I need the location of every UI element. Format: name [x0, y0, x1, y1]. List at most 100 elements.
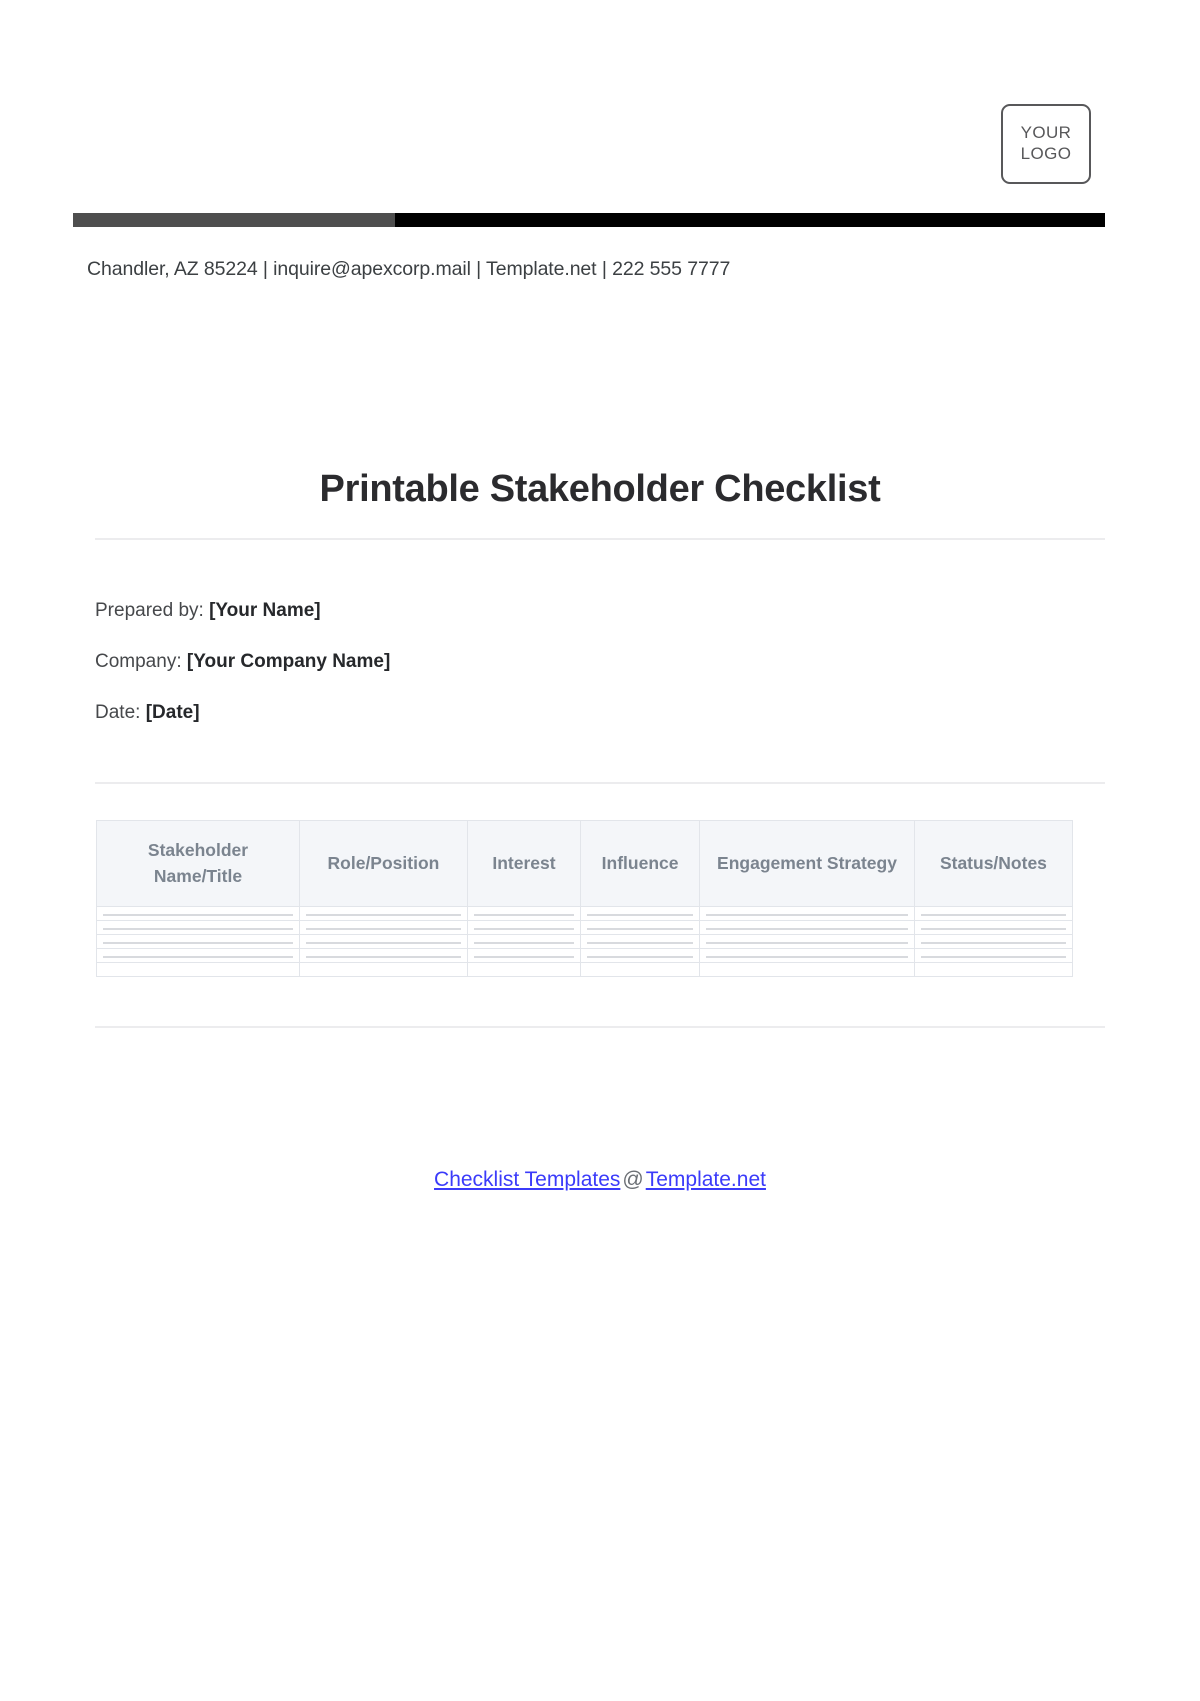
- write-line: [103, 928, 293, 930]
- write-line: [706, 942, 908, 944]
- table-cell-role-position[interactable]: [299, 919, 468, 935]
- write-line: [706, 970, 908, 972]
- table-head: Stakeholder Name/Title Role/Position Int…: [96, 820, 1074, 907]
- table-cell-stakeholder-name[interactable]: [96, 919, 300, 935]
- divider-below-table: [95, 1026, 1105, 1028]
- write-line: [920, 942, 1066, 944]
- logo-line-2: LOGO: [1020, 144, 1072, 163]
- header-rule-gray-segment: [73, 213, 395, 227]
- page-title: Printable Stakeholder Checklist: [319, 468, 881, 511]
- column-header-influence: Influence: [580, 820, 701, 907]
- write-line: [587, 970, 693, 972]
- logo-placeholder[interactable]: YOUR LOGO: [1001, 104, 1091, 184]
- write-line: [473, 914, 575, 916]
- table-cell-status-notes[interactable]: [913, 947, 1074, 963]
- table-header-row: Stakeholder Name/Title Role/Position Int…: [96, 820, 1074, 907]
- write-line: [706, 956, 908, 958]
- table-row[interactable]: [96, 919, 1074, 935]
- table-cell-interest[interactable]: [466, 961, 582, 977]
- write-line: [306, 956, 461, 958]
- write-line: [306, 942, 461, 944]
- divider-below-meta: [95, 782, 1105, 784]
- table-row[interactable]: [96, 905, 1074, 921]
- write-line: [473, 942, 575, 944]
- date-label: Date:: [95, 701, 141, 723]
- write-line: [306, 914, 461, 916]
- table-cell-stakeholder-name[interactable]: [96, 933, 300, 949]
- date-value[interactable]: [Date]: [146, 702, 200, 723]
- table-cell-status-notes[interactable]: [913, 933, 1074, 949]
- prepared-by-value[interactable]: [Your Name]: [209, 600, 321, 621]
- table-cell-interest[interactable]: [466, 933, 582, 949]
- document-page: YOUR LOGO Chandler, AZ 85224 | inquire@a…: [0, 0, 1200, 1701]
- write-line: [587, 942, 694, 944]
- table-cell-stakeholder-name[interactable]: [96, 947, 300, 963]
- table-cell-stakeholder-name[interactable]: [96, 961, 300, 977]
- divider-above-meta: [95, 538, 1105, 540]
- write-line: [587, 914, 694, 916]
- table-cell-engagement-strategy[interactable]: [699, 947, 915, 963]
- write-line: [920, 928, 1066, 930]
- column-header-stakeholder-name: Stakeholder Name/Title: [96, 820, 300, 907]
- meta-row-date: Date: [Date]: [95, 702, 1105, 725]
- column-header-role-position: Role/Position: [299, 820, 468, 907]
- write-line: [921, 970, 1066, 972]
- write-line: [587, 956, 694, 958]
- table-row[interactable]: [96, 933, 1074, 949]
- footer-separator: @: [622, 1168, 644, 1191]
- table-cell-interest[interactable]: [466, 947, 582, 963]
- table-cell-engagement-strategy[interactable]: [699, 933, 915, 949]
- write-line: [103, 956, 293, 958]
- table-cell-influence[interactable]: [580, 905, 701, 921]
- stakeholder-table-wrapper: Stakeholder Name/Title Role/Position Int…: [96, 820, 1074, 977]
- prepared-by-label: Prepared by:: [95, 600, 204, 621]
- column-header-status-notes: Status/Notes: [913, 820, 1074, 907]
- write-line: [587, 928, 694, 930]
- company-value[interactable]: [Your Company Name]: [187, 651, 390, 672]
- table-cell-role-position[interactable]: [299, 947, 468, 963]
- company-label: Company:: [95, 650, 182, 672]
- column-header-engagement-strategy: Engagement Strategy: [699, 820, 915, 907]
- table-cell-role-position[interactable]: [299, 905, 468, 921]
- table-body: [96, 905, 1074, 977]
- table-cell-status-notes[interactable]: [913, 961, 1074, 977]
- column-header-interest: Interest: [466, 820, 582, 907]
- document-meta-block: Prepared by: [Your Name] Company: [Your …: [95, 600, 1105, 724]
- table-row[interactable]: [96, 947, 1074, 963]
- footer-attribution: Checklist Templates@Template.net: [0, 1168, 1200, 1192]
- table-cell-influence[interactable]: [580, 961, 701, 977]
- write-line: [473, 928, 575, 930]
- table-cell-role-position[interactable]: [299, 933, 468, 949]
- write-line: [473, 956, 575, 958]
- header-rule-bar: [73, 213, 1105, 227]
- stakeholder-table: Stakeholder Name/Title Role/Position Int…: [96, 820, 1074, 977]
- table-cell-engagement-strategy[interactable]: [699, 905, 915, 921]
- table-row[interactable]: [96, 961, 1074, 977]
- table-cell-interest[interactable]: [466, 919, 582, 935]
- write-line: [306, 970, 461, 972]
- table-cell-stakeholder-name[interactable]: [96, 905, 300, 921]
- logo-line-1: YOUR: [1020, 123, 1072, 143]
- table-cell-influence[interactable]: [580, 919, 701, 935]
- write-line: [103, 914, 293, 916]
- table-cell-influence[interactable]: [580, 947, 701, 963]
- table-cell-engagement-strategy[interactable]: [699, 919, 915, 935]
- table-cell-engagement-strategy[interactable]: [699, 961, 915, 977]
- write-line: [920, 914, 1066, 916]
- write-line: [474, 970, 574, 972]
- table-cell-status-notes[interactable]: [913, 919, 1074, 935]
- write-line: [920, 956, 1066, 958]
- footer-link-checklist-templates[interactable]: Checklist Templates: [434, 1168, 620, 1191]
- write-line: [706, 914, 908, 916]
- write-line: [103, 970, 293, 972]
- table-cell-influence[interactable]: [580, 933, 701, 949]
- table-cell-status-notes[interactable]: [913, 905, 1074, 921]
- contact-info-line: Chandler, AZ 85224 | inquire@apexcorp.ma…: [87, 258, 731, 280]
- table-cell-interest[interactable]: [466, 905, 582, 921]
- write-line: [103, 942, 293, 944]
- write-line: [706, 928, 908, 930]
- write-line: [306, 928, 461, 930]
- footer-link-template-net[interactable]: Template.net: [646, 1168, 766, 1191]
- meta-row-company: Company: [Your Company Name]: [95, 651, 1105, 674]
- table-cell-role-position[interactable]: [299, 961, 468, 977]
